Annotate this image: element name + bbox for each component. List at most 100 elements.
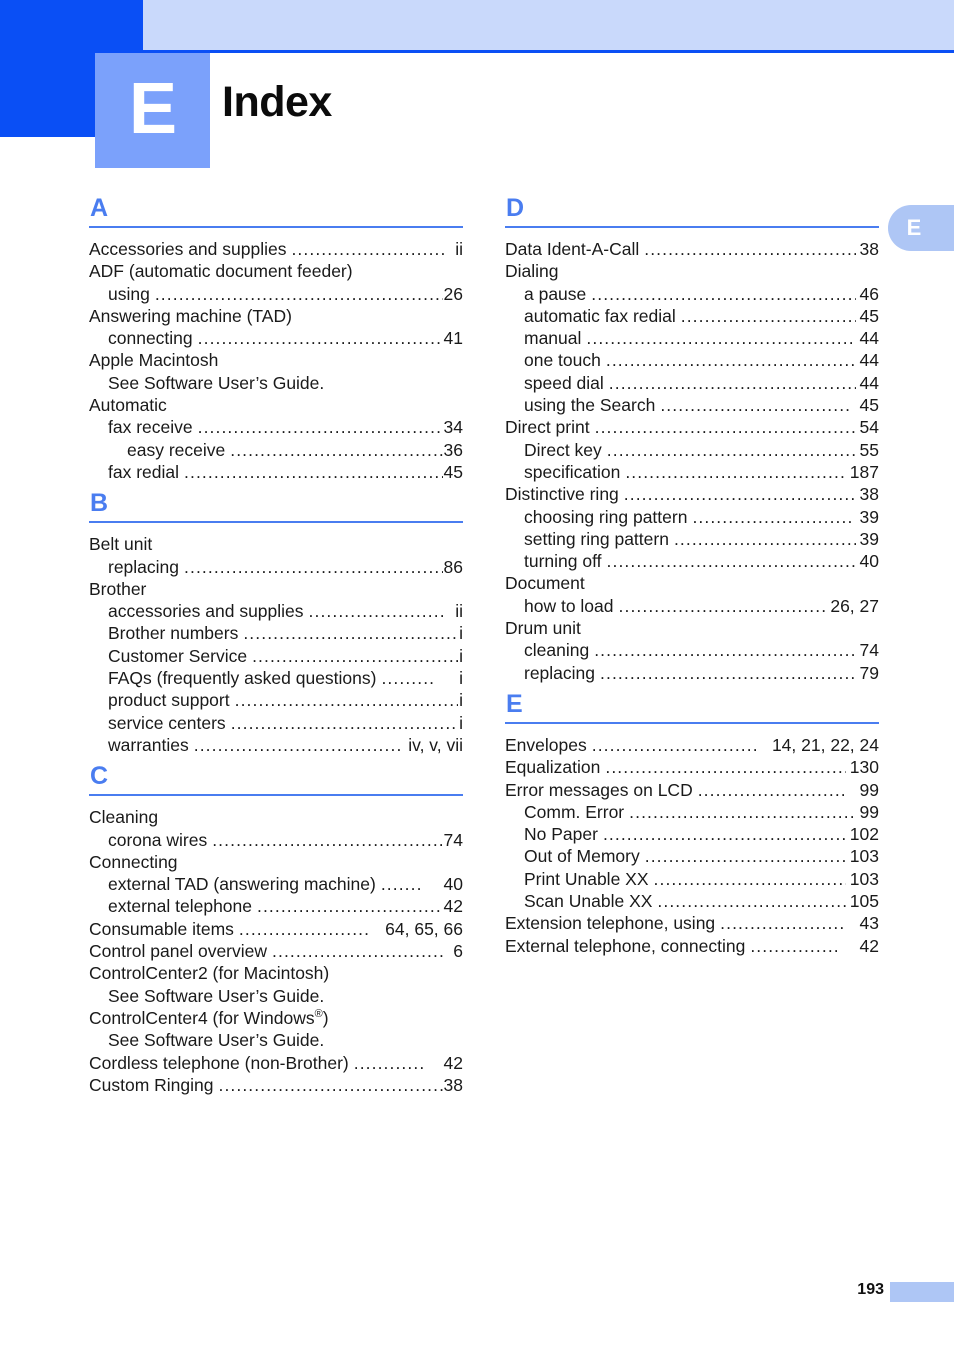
index-entry-page: 14, 21, 22, 24 [771, 734, 879, 755]
index-entry-leader: ................................. [657, 891, 846, 912]
index-entry-label: easy receive [127, 439, 226, 460]
index-entry-label: Direct key [524, 439, 602, 460]
index-entry-leader: ........................................… [197, 417, 443, 438]
index-entry-leader: ..................... [720, 913, 846, 934]
header-rule [143, 50, 954, 53]
index-column-left: A Accessories and supplies...............… [89, 196, 463, 1104]
index-entry-leader: ........................................… [591, 283, 856, 304]
index-entry-label: Envelopes [505, 734, 587, 755]
index-entry-leader: .................................. [653, 868, 846, 889]
index-entry-leader: ......... [381, 668, 436, 689]
index-entry: ControlCenter4 (for Windows®) [89, 1007, 463, 1029]
index-entry: See Software User’s Guide. [108, 1030, 325, 1051]
index-entry-leader: ....................................... [218, 1074, 443, 1095]
index-entry: See Software User’s Guide. [108, 985, 325, 1006]
index-entry-label: service centers [108, 712, 226, 733]
index-entry-leader: .................................... [644, 239, 856, 259]
index-entry-leader: ........................................… [606, 551, 856, 572]
index-section-d: D Data Ident-A-Call......................… [505, 196, 879, 684]
index-entry-leader: ..................................... [243, 623, 459, 644]
index-entry-label: Error messages on LCD [505, 779, 693, 800]
index-entry-leader: .......................... [291, 239, 447, 259]
index-entry-label: one touch [524, 350, 601, 371]
index-entry: external TAD (answering machine)....... 4… [89, 873, 463, 895]
index-entry: product support.........................… [89, 689, 463, 711]
index-entry-label: Direct print [505, 417, 590, 438]
index-entry-label: using the Search [524, 395, 656, 416]
section-rule [89, 521, 463, 524]
index-entry-leader: ........................................… [602, 824, 846, 845]
index-entry-label: Control panel overview [89, 941, 268, 962]
index-entry-label: Comm. Error [524, 801, 625, 822]
index-entry-leader: ....... [380, 874, 423, 895]
index-entry-page: 38 [859, 239, 879, 259]
index-entry-page: 86 [443, 556, 463, 577]
index-entry: corona wires............................… [89, 829, 463, 851]
index-entry-page: i [459, 712, 463, 733]
index-entry-page: 42 [859, 935, 879, 956]
index-entry-label: fax redial [108, 461, 180, 482]
index-entry-label: product support [108, 690, 230, 711]
index-entry: Dialing [505, 261, 559, 282]
index-entry-page: 99 [859, 779, 879, 800]
index-entry-label-tail: ) [322, 1007, 329, 1028]
index-entry-leader: ........................................… [608, 372, 856, 393]
index-entry-page: 41 [443, 328, 463, 349]
index-entry: one touch...............................… [505, 349, 879, 371]
index-entry-label: Equalization [505, 757, 601, 778]
index-entry: FAQs (frequently asked questions).......… [89, 667, 463, 689]
index-entry: connecting..............................… [89, 327, 463, 349]
index-entry-page: 26, 27 [830, 595, 879, 616]
index-entry-label: connecting [108, 328, 193, 349]
index-entry-leader: ........................................… [197, 328, 443, 349]
index-entry: Document [505, 573, 585, 594]
index-entry-leader: ........................................… [212, 829, 443, 850]
index-entry-label: Consumable items [89, 918, 234, 939]
index-entry-page: 40 [443, 874, 463, 895]
index-entry: Cordless telephone (non-Brother)........… [89, 1052, 463, 1074]
index-entry: turning off.............................… [505, 550, 879, 572]
index-entry-leader: ........................................… [594, 417, 856, 438]
index-entry: using the Search........................… [505, 394, 879, 416]
index-entry-page: 44 [859, 350, 879, 371]
index-entry-page: 44 [859, 328, 879, 349]
index-entry: a pause.................................… [505, 283, 879, 305]
index-entry: external telephone......................… [89, 895, 463, 917]
index-entry-page: 99 [859, 801, 879, 822]
index-entry: how to load.............................… [505, 595, 879, 617]
index-entry: Consumable items...................... 64… [89, 918, 463, 940]
index-entry-page: 42 [443, 1052, 463, 1073]
index-entry-label: Custom Ringing [89, 1074, 214, 1095]
index-entry-label: Distinctive ring [505, 484, 619, 505]
index-entry-page: 103 [849, 846, 879, 867]
index-entry-label: how to load [524, 595, 614, 616]
index-entry: Connecting [89, 851, 178, 872]
index-entry-page: 34 [443, 417, 463, 438]
index-entry: Direct print............................… [505, 416, 879, 438]
index-entry-label: warranties [108, 734, 189, 755]
chapter-edge-tab: E [888, 205, 954, 251]
index-entry: service centers.........................… [89, 712, 463, 734]
page-footer: 193 [0, 1281, 954, 1305]
section-letter-c: C [90, 762, 109, 791]
index-section-e: E Envelopes............................ 14… [505, 691, 879, 957]
index-entry-page: i [459, 645, 463, 666]
index-entry-page: 45 [859, 305, 879, 326]
index-entry: Cleaning [89, 807, 159, 828]
index-entry: Envelopes............................ 14,… [505, 734, 879, 756]
index-entry-label: corona wires [108, 829, 208, 850]
index-entry-page: 103 [849, 868, 879, 889]
index-entry-leader: ........................................… [606, 439, 856, 460]
index-entry-page: 44 [859, 372, 879, 393]
index-entry: Custom Ringing..........................… [89, 1074, 463, 1096]
index-entry-page: 105 [849, 891, 879, 912]
index-entry-label: replacing [524, 662, 596, 683]
index-entry: No Paper................................… [505, 823, 879, 845]
index-entry: replacing...............................… [89, 556, 463, 578]
index-entry-label: choosing ring pattern [524, 506, 688, 527]
index-entry-leader: ................................... [644, 846, 846, 867]
page-header: E Index [0, 0, 954, 168]
index-entry-page: ii [455, 601, 463, 622]
section-rule [505, 226, 879, 228]
index-entry: cleaning................................… [505, 639, 879, 661]
